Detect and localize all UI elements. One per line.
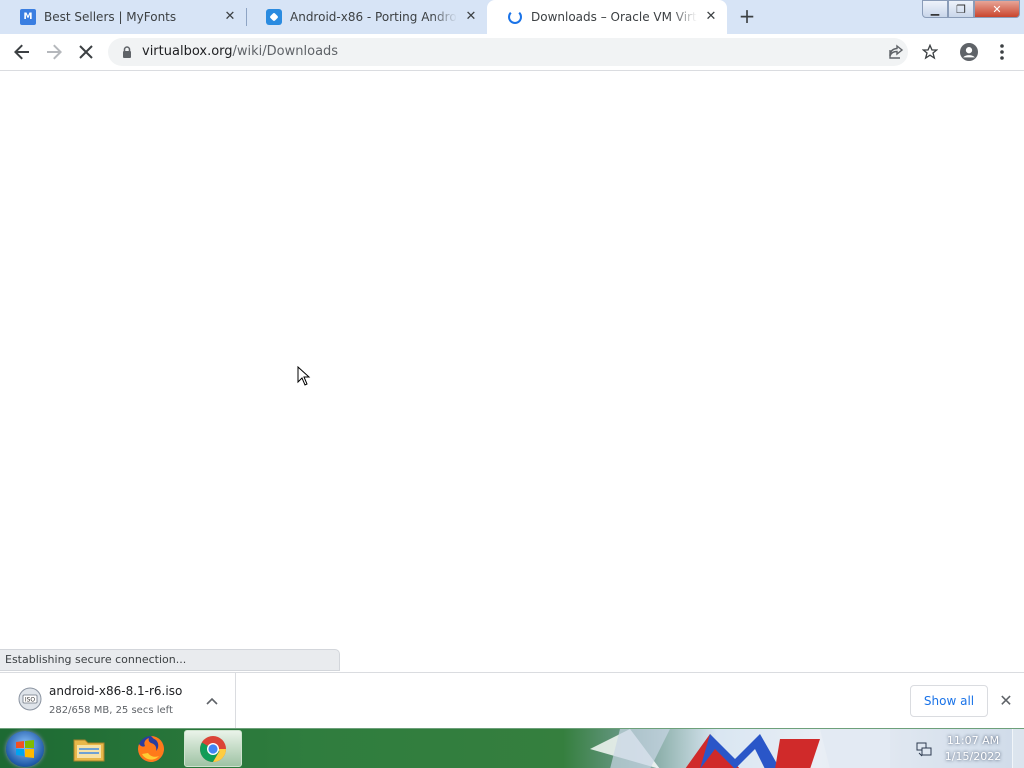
- download-item[interactable]: ISO android-x86-8.1-r6.iso 282/658 MB, 2…: [0, 673, 236, 728]
- tab-title: Best Sellers | MyFonts: [44, 10, 177, 24]
- close-window-button[interactable]: ✕: [974, 0, 1020, 18]
- status-bubble: Establishing secure connection...: [0, 649, 340, 671]
- wallpaper-graphic: [590, 729, 890, 768]
- download-filename: android-x86-8.1-r6.iso: [49, 684, 183, 698]
- browser-toolbar: virtualbox.org/wiki/Downloads: [0, 34, 1024, 71]
- stop-loading-button[interactable]: [72, 38, 100, 66]
- download-options-chevron-icon[interactable]: [204, 693, 220, 709]
- address-bar[interactable]: virtualbox.org/wiki/Downloads: [108, 38, 908, 66]
- tab-virtualbox-downloads[interactable]: Downloads – Oracle VM VirtualBox ✕: [487, 0, 727, 34]
- close-tab-icon[interactable]: ✕: [703, 9, 719, 25]
- windows-taskbar: 11:07 AM 1/15/2022: [0, 728, 1024, 768]
- iso-file-icon: ISO: [18, 687, 42, 711]
- close-tab-icon[interactable]: ✕: [463, 9, 479, 25]
- clock-time: 11:07 AM: [946, 734, 1000, 747]
- network-icon[interactable]: [915, 740, 933, 758]
- star-icon: [922, 44, 938, 60]
- taskbar-chrome[interactable]: [184, 730, 242, 767]
- share-icon[interactable]: [886, 42, 906, 62]
- tab-myfonts[interactable]: M Best Sellers | MyFonts ✕: [0, 0, 246, 34]
- restore-button[interactable]: ❐: [948, 0, 974, 18]
- mouse-cursor-icon: [297, 366, 311, 386]
- windows-logo-icon: [16, 740, 34, 758]
- firefox-icon: [138, 735, 164, 762]
- bookmark-star-button[interactable]: [916, 38, 944, 66]
- stop-x-icon: [79, 45, 93, 59]
- forward-button[interactable]: [40, 38, 68, 66]
- show-all-downloads-button[interactable]: Show all: [910, 685, 988, 717]
- new-tab-button[interactable]: +: [734, 5, 760, 29]
- tab-title: Downloads – Oracle VM VirtualBox: [531, 10, 697, 24]
- lock-icon[interactable]: [120, 45, 134, 59]
- show-desktop-button[interactable]: [1012, 729, 1024, 768]
- tab-strip: M Best Sellers | MyFonts ✕ Android-x86 -…: [0, 0, 1024, 34]
- taskbar-explorer[interactable]: [60, 730, 118, 767]
- url-text[interactable]: virtualbox.org/wiki/Downloads: [142, 44, 338, 59]
- tab-title: Android-x86 - Porting Android to: [290, 10, 457, 24]
- back-arrow-icon: [14, 44, 29, 60]
- minimize-button[interactable]: ▁: [922, 0, 948, 18]
- close-shelf-icon[interactable]: ✕: [996, 691, 1016, 711]
- clock-date: 1/15/2022: [944, 750, 1002, 763]
- url-host: virtualbox.org: [142, 44, 233, 59]
- download-shelf: ISO android-x86-8.1-r6.iso 282/658 MB, 2…: [0, 672, 1024, 728]
- folder-icon: [73, 739, 105, 761]
- forward-arrow-icon: [47, 44, 62, 60]
- profile-avatar-icon: [960, 43, 978, 61]
- start-button[interactable]: [6, 731, 44, 767]
- close-tab-icon[interactable]: ✕: [222, 9, 238, 25]
- tab-android-x86[interactable]: Android-x86 - Porting Android to ✕: [246, 0, 487, 34]
- page-content: [0, 72, 1024, 672]
- myfonts-icon: M: [20, 9, 36, 25]
- kebab-menu-icon: [1000, 44, 1004, 60]
- taskbar-firefox[interactable]: [122, 730, 180, 767]
- url-path: /wiki/Downloads: [232, 44, 339, 59]
- back-button[interactable]: [8, 38, 36, 66]
- download-progress-text: 282/658 MB, 25 secs left: [49, 705, 173, 716]
- profile-button[interactable]: [955, 38, 983, 66]
- android-x86-icon: [266, 9, 282, 25]
- screen: M Best Sellers | MyFonts ✕ Android-x86 -…: [0, 0, 1024, 768]
- svg-text:ISO: ISO: [25, 697, 36, 704]
- loading-spinner-icon: [507, 9, 523, 25]
- chrome-icon: [200, 735, 226, 762]
- menu-button[interactable]: [988, 38, 1016, 66]
- taskbar-clock[interactable]: 11:07 AM 1/15/2022: [938, 733, 1008, 765]
